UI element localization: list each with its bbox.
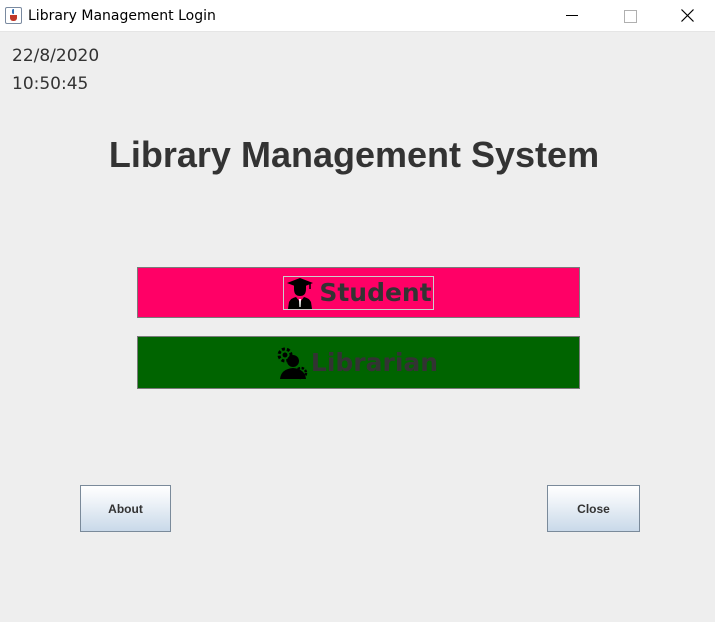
- title-bar: Library Management Login: [0, 0, 715, 32]
- student-button[interactable]: Student: [137, 267, 580, 318]
- page-title: Library Management System: [108, 134, 600, 175]
- window-close-button[interactable]: [658, 0, 715, 32]
- date-label: 22/8/2020: [12, 46, 100, 66]
- student-label: Student: [319, 278, 432, 307]
- librarian-button-content: Librarian: [275, 346, 438, 380]
- student-button-content: Student: [283, 275, 434, 310]
- maximize-button[interactable]: [600, 0, 658, 32]
- librarian-gear-icon: [277, 347, 308, 379]
- about-button[interactable]: About: [80, 485, 171, 532]
- time-label: 10:50:45: [12, 74, 89, 94]
- librarian-label: Librarian: [310, 348, 439, 377]
- close-icon: [681, 9, 694, 22]
- java-icon: [5, 7, 22, 24]
- librarian-button[interactable]: Librarian: [137, 336, 580, 389]
- window-title: Library Management Login: [28, 8, 216, 24]
- minimize-button[interactable]: [543, 0, 601, 32]
- graduate-icon: [287, 277, 314, 309]
- close-button[interactable]: Close: [547, 485, 640, 532]
